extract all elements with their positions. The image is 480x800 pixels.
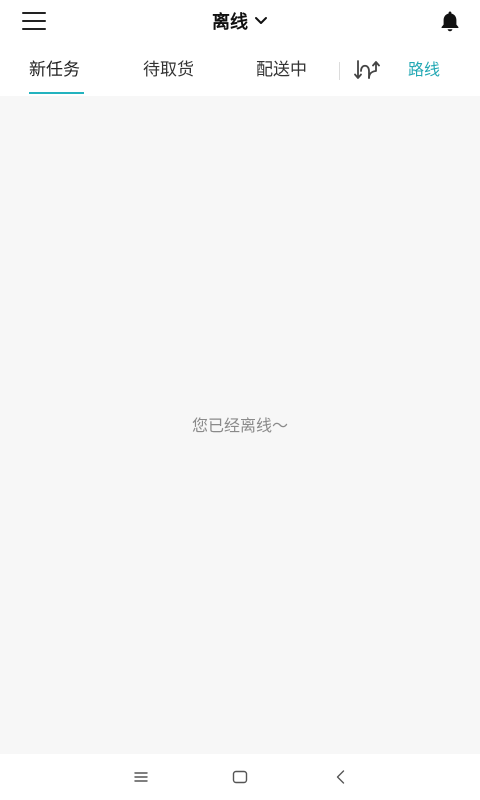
online-status-dropdown[interactable]: 离线 [195, 8, 285, 34]
system-navigation-bar [0, 754, 480, 800]
bell-icon[interactable] [438, 9, 462, 33]
recent-apps-icon[interactable] [131, 768, 151, 786]
sort-arrows-icon[interactable] [354, 58, 380, 82]
hamburger-menu-icon[interactable] [22, 12, 46, 30]
offline-empty-message: 您已经离线～ [191, 416, 288, 435]
active-tab-indicator [29, 92, 84, 94]
top-bar: 离线 [0, 0, 480, 42]
tab-awaiting-pickup[interactable]: 待取货 [143, 58, 194, 82]
tab-new-tasks[interactable]: 新任务 [29, 58, 80, 82]
task-list-area: 您已经离线～ [0, 96, 480, 754]
chevron-down-icon [255, 17, 267, 24]
status-label: 离线 [212, 12, 248, 33]
task-tabs: 新任务 待取货 配送中 路线 [0, 42, 480, 96]
back-icon[interactable] [331, 768, 351, 786]
route-link[interactable]: 路线 [408, 58, 440, 82]
tab-delivering[interactable]: 配送中 [256, 58, 307, 82]
tabs-divider [339, 62, 340, 80]
home-icon[interactable] [230, 768, 250, 786]
